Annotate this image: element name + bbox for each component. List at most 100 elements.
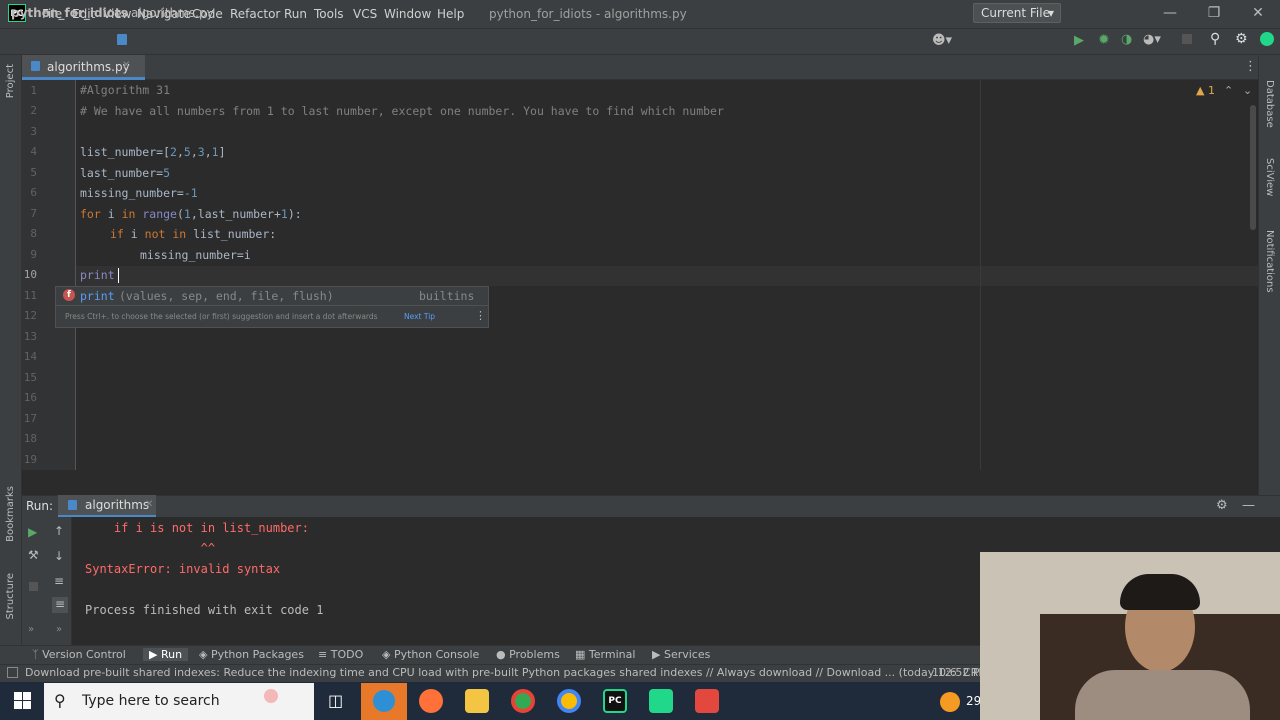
line-number-gutter: 1 2 3 4 5 6 7 8 9 10 11 12 13 14 15 16 1… <box>22 80 76 470</box>
tab-algorithms-py[interactable]: algorithms.py ✕ <box>22 55 145 80</box>
run-settings-gear-icon[interactable]: ⚙ <box>1216 498 1228 513</box>
status-toggle-icon[interactable] <box>7 667 18 678</box>
profile-icon[interactable]: ◕▾ <box>1143 32 1161 47</box>
packages-icon: ◈ <box>199 648 208 661</box>
code-line-5: last_number=5 <box>80 166 170 180</box>
menu-tools[interactable]: Tools <box>314 7 344 21</box>
menu-window[interactable]: Window <box>384 7 431 21</box>
popup-menu-icon[interactable]: ⋮ <box>475 309 486 322</box>
chrome-icon[interactable] <box>511 689 535 713</box>
tool-window-label: Python Packages <box>210 648 304 661</box>
user-icon[interactable]: ☻▾ <box>932 33 952 48</box>
code-token: not in <box>144 227 187 241</box>
code-token: if <box>110 227 124 241</box>
taskbar-search-box[interactable]: ⚲ Type here to search <box>44 683 314 720</box>
expand-more-icon-2[interactable]: » <box>56 624 62 635</box>
scroll-down-icon[interactable]: ↓ <box>54 549 64 563</box>
warning-count: 1 <box>1207 84 1215 97</box>
ide-plugin-icon[interactable] <box>1260 32 1274 46</box>
run-small-icon: ▶ <box>149 648 158 661</box>
run-icon[interactable]: ▶ <box>1074 33 1084 48</box>
search-icon[interactable]: ⚲ <box>1210 31 1220 47</box>
clion-icon[interactable] <box>649 689 673 713</box>
line-number: 17 <box>23 412 37 425</box>
menu-refactor[interactable]: Refactor <box>230 7 280 21</box>
run-configuration-select[interactable]: Current File ▾ <box>973 3 1061 23</box>
sciview-tool-tab[interactable]: SciView <box>1264 158 1275 196</box>
code-token: list_number: <box>186 227 277 241</box>
tray-weather-icon[interactable] <box>940 692 960 712</box>
wrench-icon[interactable]: ⚒ <box>28 548 39 562</box>
bookmarks-tool-tab[interactable]: Bookmarks <box>5 486 16 542</box>
debug-icon[interactable]: ✹ <box>1098 32 1110 48</box>
tool-window-python-console[interactable]: ◈ Python Console <box>382 648 479 661</box>
breadcrumb-file[interactable]: algorithms.py <box>131 6 214 20</box>
tool-window-version-control[interactable]: ᛉ Version Control <box>32 648 126 661</box>
tool-window-terminal[interactable]: ▦ Terminal <box>575 648 635 661</box>
file-explorer-icon[interactable] <box>465 689 489 713</box>
code-token: 1 <box>211 145 219 159</box>
gear-icon[interactable]: ⚙ <box>1235 31 1248 47</box>
soft-wrap-icon[interactable]: ≡ <box>54 574 64 588</box>
tool-window-problems[interactable]: ● Problems <box>496 648 560 661</box>
completion-item[interactable]: f print (values, sep, end, file, flush) … <box>56 287 488 305</box>
expand-more-icon[interactable]: » <box>28 624 34 635</box>
services-icon: ▶ <box>652 648 661 661</box>
task-view-icon[interactable]: ◫ <box>328 691 343 710</box>
notifications-tool-tab[interactable]: Notifications <box>1264 230 1275 293</box>
stop-icon[interactable] <box>1182 34 1192 44</box>
project-tool-tab[interactable]: Project <box>5 64 16 98</box>
tool-window-run[interactable]: ▶ Run <box>143 648 189 661</box>
warning-indicator[interactable]: ▲ 1 <box>1196 84 1215 97</box>
line-number: 19 <box>23 453 37 466</box>
function-icon: f <box>63 289 75 301</box>
status-message[interactable]: Download pre-built shared indexes: Reduc… <box>25 666 993 679</box>
list-icon: ≡ <box>318 648 328 661</box>
code-token: ( <box>176 207 184 221</box>
menu-help[interactable]: Help <box>437 7 464 21</box>
next-highlight-icon[interactable]: ⌄ <box>1243 84 1252 97</box>
menu-vcs[interactable]: VCS <box>353 7 377 21</box>
windows-start-icon[interactable] <box>14 692 31 709</box>
caret-position[interactable]: 10:6 <box>932 666 957 679</box>
code-token: ,last_number+ <box>190 207 281 221</box>
database-tool-tab[interactable]: Database <box>1264 80 1275 128</box>
search-icon: ⚲ <box>54 691 66 710</box>
next-tip-link[interactable]: Next Tip <box>404 312 435 321</box>
structure-tool-tab[interactable]: Structure <box>5 573 16 620</box>
scroll-to-end-icon[interactable]: ≡ <box>52 597 68 613</box>
tool-window-python-packages[interactable]: ◈ Python Packages <box>199 648 304 661</box>
close-icon[interactable]: ✕ <box>1248 5 1268 21</box>
scroll-up-icon[interactable]: ↑ <box>54 524 64 538</box>
pycharm-taskbar-icon[interactable]: PC <box>603 689 627 713</box>
code-line-8: if i not in list_number: <box>110 227 276 241</box>
hide-panel-icon[interactable]: — <box>1242 498 1255 513</box>
run-tab-algorithms[interactable]: algorithms ✕ <box>58 495 156 517</box>
line-number: 5 <box>30 166 37 179</box>
editor-scrollbar[interactable] <box>1250 105 1256 230</box>
coverage-icon[interactable]: ◑ <box>1121 32 1132 47</box>
run-panel-label: Run: <box>26 499 54 513</box>
app-icon-red[interactable] <box>695 689 719 713</box>
more-tabs-icon[interactable]: ⋮ <box>1244 59 1257 74</box>
tool-window-todo[interactable]: ≡ TODO <box>318 648 363 661</box>
firefox-icon[interactable] <box>419 689 443 713</box>
minimize-icon[interactable]: — <box>1160 5 1180 21</box>
rerun-icon[interactable]: ▶ <box>28 525 37 539</box>
completion-hint: Press Ctrl+. to choose the selected (or … <box>65 312 378 321</box>
tab-close-icon[interactable]: ✕ <box>122 60 130 71</box>
prev-highlight-icon[interactable]: ⌃ <box>1224 84 1233 97</box>
chrome-canary-icon[interactable] <box>557 689 581 713</box>
tool-window-services[interactable]: ▶ Services <box>652 648 710 661</box>
code-token: list_number=[ <box>80 145 171 159</box>
code-token: range <box>142 207 177 221</box>
menu-run[interactable]: Run <box>284 7 307 21</box>
taskbar-app-active[interactable] <box>361 683 407 720</box>
restore-icon[interactable]: ❐ <box>1204 5 1224 21</box>
popup-divider <box>56 305 488 306</box>
run-tab-close-icon[interactable]: ✕ <box>145 499 153 510</box>
breadcrumb-project[interactable]: python_for_idiots <box>11 6 128 20</box>
stop-process-icon[interactable] <box>29 582 38 591</box>
code-line-7: for i in range(1,last_number+1): <box>80 207 302 221</box>
code-token: in <box>121 207 136 221</box>
